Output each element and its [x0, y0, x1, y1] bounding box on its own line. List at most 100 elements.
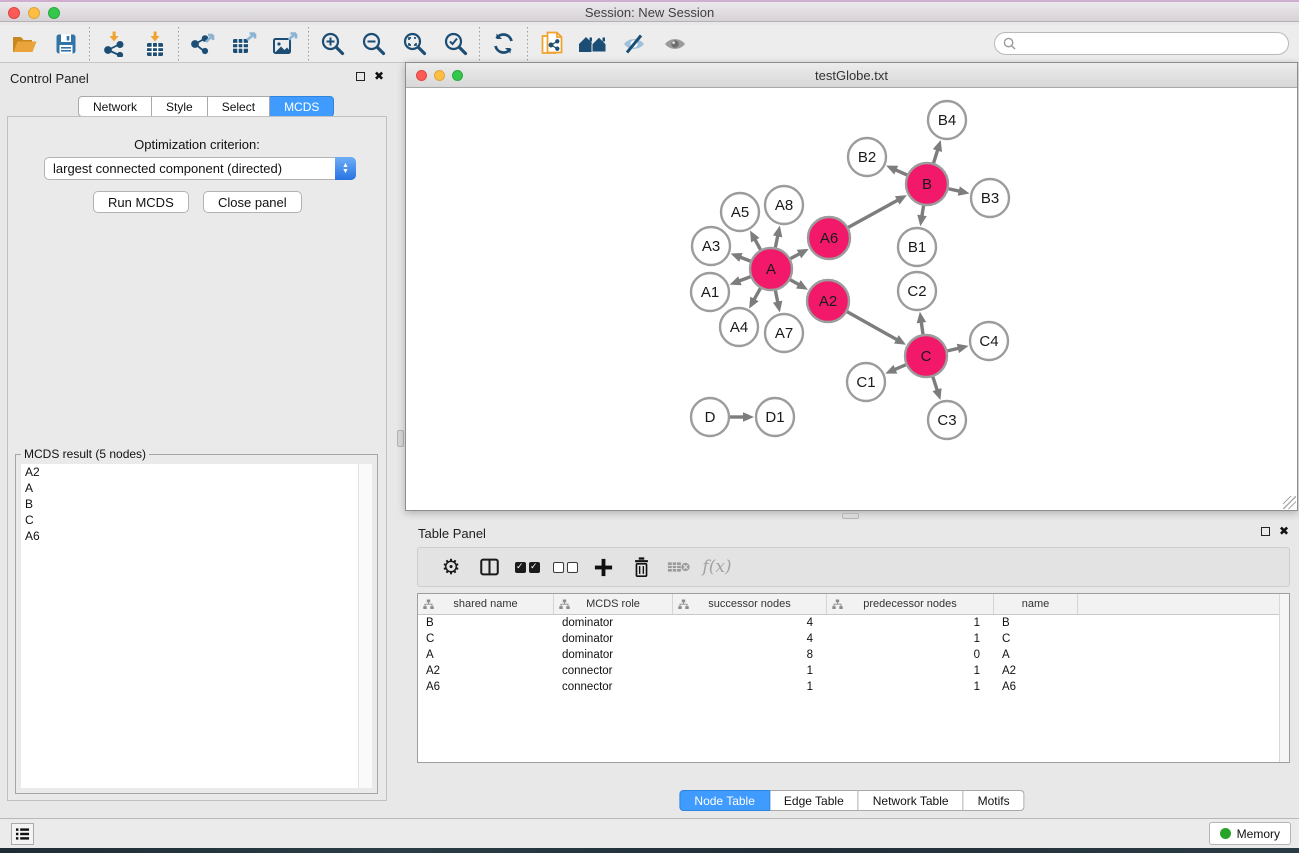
table-cell[interactable]: 4 — [673, 631, 827, 647]
graph-edge-C-C2[interactable] — [917, 312, 927, 334]
column-header-predecessor-nodes[interactable]: predecessor nodes — [827, 594, 994, 614]
table-cell[interactable]: 1 — [827, 679, 994, 695]
table-cell[interactable]: B — [418, 615, 554, 631]
close-panel-icon[interactable]: ✖ — [374, 72, 384, 81]
search-input[interactable] — [1021, 37, 1280, 51]
mcds-result-item[interactable]: B — [21, 496, 358, 512]
table-cell[interactable]: dominator — [554, 647, 673, 663]
tab-style[interactable]: Style — [152, 96, 208, 117]
graph-edge-D-D1[interactable] — [730, 412, 754, 422]
graph-edge-A-A2[interactable] — [790, 280, 808, 290]
graph-node-A6[interactable]: A6 — [808, 217, 850, 259]
export-table-button[interactable] — [223, 27, 264, 61]
vertical-splitter-handle[interactable] — [397, 430, 404, 447]
graph-edge-C-C4[interactable] — [947, 344, 968, 353]
graph-node-B[interactable]: B — [906, 163, 948, 205]
graph-node-A8[interactable]: A8 — [765, 186, 803, 224]
delete-table-button[interactable] — [660, 550, 698, 584]
table-row[interactable]: Bdominator41B — [418, 615, 1289, 631]
table-row[interactable]: Adominator80A — [418, 647, 1289, 663]
deselect-all-rows-button[interactable] — [546, 550, 584, 584]
import-table-button[interactable] — [134, 27, 175, 61]
graph-node-C4[interactable]: C4 — [970, 322, 1008, 360]
table-cell[interactable]: B — [994, 615, 1078, 631]
mcds-result-item[interactable]: A6 — [21, 528, 358, 544]
graph-node-B3[interactable]: B3 — [971, 179, 1009, 217]
tab-select[interactable]: Select — [208, 96, 270, 117]
column-header-name[interactable]: name — [994, 594, 1078, 614]
table-cell[interactable]: connector — [554, 679, 673, 695]
table-cell[interactable]: 1 — [827, 663, 994, 679]
table-cell[interactable]: 1 — [827, 615, 994, 631]
table-row[interactable]: Cdominator41C — [418, 631, 1289, 647]
column-header-shared-name[interactable]: shared name — [418, 594, 554, 614]
mcds-result-scrollbar[interactable] — [358, 464, 372, 788]
graph-edge-A-A3[interactable] — [731, 253, 751, 262]
show-column-button[interactable] — [470, 550, 508, 584]
tab-network[interactable]: Network — [78, 96, 152, 117]
table-cell[interactable]: A2 — [418, 663, 554, 679]
refresh-button[interactable] — [483, 27, 524, 61]
table-cell[interactable]: 1 — [673, 679, 827, 695]
window-resize-grip[interactable] — [1283, 496, 1296, 509]
mcds-result-item[interactable]: C — [21, 512, 358, 528]
tab-edge-table[interactable]: Edge Table — [770, 790, 859, 811]
optimization-criterion-select[interactable]: largest connected component (directed) ▲… — [44, 157, 356, 180]
graph-node-A[interactable]: A — [750, 248, 792, 290]
graph-node-A3[interactable]: A3 — [692, 227, 730, 265]
tab-mcds[interactable]: MCDS — [270, 96, 334, 117]
table-cell[interactable]: A — [418, 647, 554, 663]
network-canvas[interactable]: B4B2BB3A8A5A6A3B1AC2A1A2A4A7C4CC1DD1C3 — [406, 88, 1297, 510]
zoom-selected-button[interactable] — [435, 27, 476, 61]
close-table-panel-icon[interactable]: ✖ — [1279, 527, 1289, 536]
table-cell[interactable]: C — [418, 631, 554, 647]
delete-row-button[interactable] — [622, 550, 660, 584]
home-network-button[interactable] — [572, 27, 613, 61]
hide-graphics-details-button[interactable] — [613, 27, 654, 61]
mcds-result-list[interactable]: A2ABCA6 — [21, 464, 358, 788]
table-cell[interactable]: 0 — [827, 647, 994, 663]
graph-node-A2[interactable]: A2 — [807, 280, 849, 322]
graph-node-C[interactable]: C — [905, 335, 947, 377]
table-cell[interactable]: C — [994, 631, 1078, 647]
table-cell[interactable]: 4 — [673, 615, 827, 631]
column-header-MCDS-role[interactable]: MCDS role — [554, 594, 673, 614]
add-row-button[interactable] — [584, 550, 622, 584]
table-cell[interactable]: 8 — [673, 647, 827, 663]
close-panel-button[interactable]: Close panel — [203, 191, 302, 213]
table-cell[interactable]: A6 — [994, 679, 1078, 695]
graph-node-A7[interactable]: A7 — [765, 314, 803, 352]
import-network-button[interactable] — [93, 27, 134, 61]
table-cell[interactable]: connector — [554, 663, 673, 679]
network-window-titlebar[interactable]: testGlobe.txt — [406, 63, 1297, 88]
table-scrollbar[interactable] — [1279, 594, 1289, 762]
graph-node-D[interactable]: D — [691, 398, 729, 436]
show-eye-button[interactable] — [654, 27, 695, 61]
export-image-button[interactable] — [264, 27, 305, 61]
graph-edge-A-A5[interactable] — [750, 230, 760, 249]
table-cell[interactable]: A6 — [418, 679, 554, 695]
tab-network-table[interactable]: Network Table — [859, 790, 964, 811]
graph-node-C3[interactable]: C3 — [928, 401, 966, 439]
zoom-out-button[interactable] — [353, 27, 394, 61]
graph-edge-C-C3[interactable] — [932, 377, 941, 400]
column-header-successor-nodes[interactable]: successor nodes — [673, 594, 827, 614]
graph-edge-B-B3[interactable] — [948, 186, 969, 195]
graph-node-C1[interactable]: C1 — [847, 363, 885, 401]
float-panel-icon[interactable] — [356, 72, 365, 81]
table-settings-button[interactable]: ⚙ — [432, 550, 470, 584]
table-row[interactable]: A6connector11A6 — [418, 679, 1289, 695]
graph-node-C2[interactable]: C2 — [898, 272, 936, 310]
table-cell[interactable]: A — [994, 647, 1078, 663]
zoom-fit-button[interactable] — [394, 27, 435, 61]
tab-motifs[interactable]: Motifs — [964, 790, 1025, 811]
save-session-button[interactable] — [45, 27, 86, 61]
graph-edge-A-A6[interactable] — [790, 249, 808, 259]
open-session-button[interactable] — [4, 27, 45, 61]
duplicate-network-button[interactable] — [531, 27, 572, 61]
table-cell[interactable]: 1 — [827, 631, 994, 647]
tab-node-table[interactable]: Node Table — [679, 790, 770, 811]
table-cell[interactable]: A2 — [994, 663, 1078, 679]
graph-edge-B-B2[interactable] — [886, 166, 907, 175]
table-cell[interactable]: dominator — [554, 615, 673, 631]
